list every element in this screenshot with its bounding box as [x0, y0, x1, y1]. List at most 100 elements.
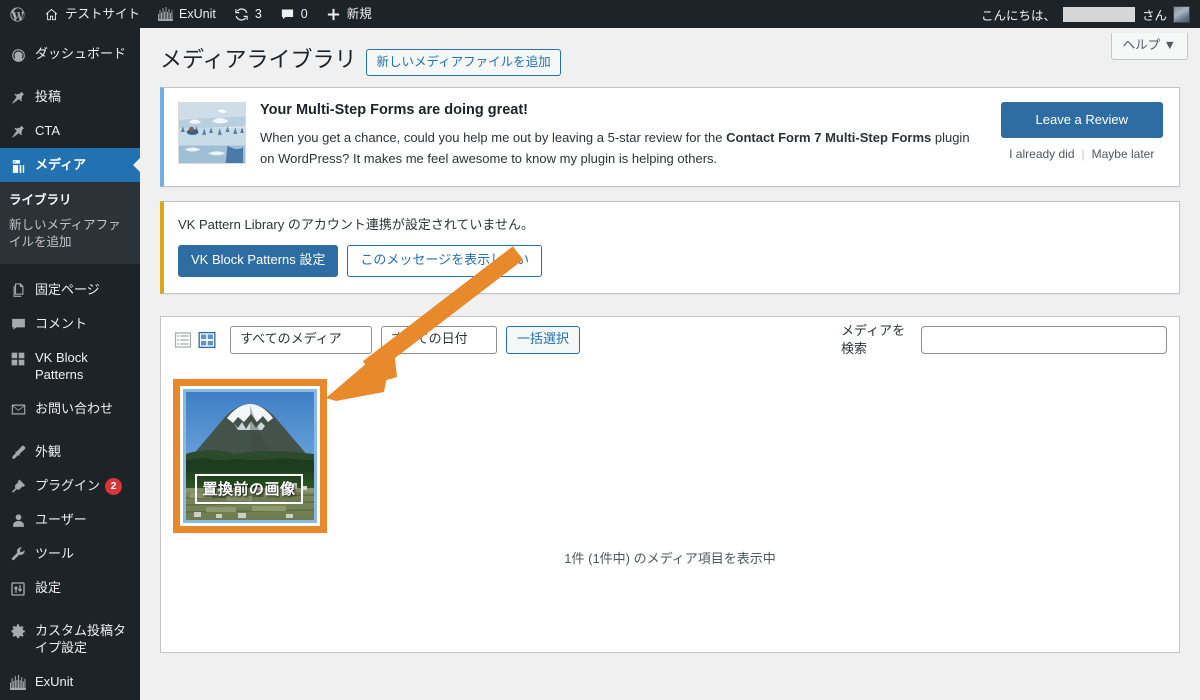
main-content-area: ヘルプ ▼ メディアライブラリ 新しいメディアファイルを追加 Your Mult… — [140, 28, 1200, 700]
sidebar-item-cta[interactable]: CTA — [0, 114, 140, 148]
adminbar-spacer — [381, 0, 981, 28]
adminbar-updates[interactable]: 3 — [225, 0, 271, 28]
sidebar-separator — [0, 71, 140, 80]
gear-icon — [9, 623, 27, 641]
search-input[interactable] — [921, 325, 1167, 354]
exunit-icon — [158, 7, 174, 21]
already-did-link[interactable]: I already did — [1009, 147, 1074, 161]
sidebar-item-label: 外観 — [35, 443, 62, 459]
sidebar-item-label: 設定 — [35, 579, 62, 595]
vk-notice-message: VK Pattern Library のアカウント連携が設定されていません。 — [178, 216, 535, 232]
pin-icon — [9, 123, 27, 141]
sidebar-item-custom-post-type-settings[interactable]: カスタム投稿タイプ設定 — [0, 614, 140, 665]
list-view-icon[interactable] — [173, 330, 193, 350]
media-type-filter-wrap: すべてのメディア — [230, 326, 372, 354]
sidebar-item-appearance[interactable]: 外観 — [0, 435, 140, 469]
pin-icon — [9, 89, 27, 107]
adminbar-wp-logo[interactable] — [0, 0, 35, 28]
sidebar-separator — [0, 264, 140, 273]
settings-sliders-icon — [9, 580, 27, 598]
date-filter-wrap: すべての日付 — [381, 326, 497, 354]
pages-icon — [9, 282, 27, 300]
adminbar-comments[interactable]: 0 — [271, 0, 317, 28]
review-notice-text: Your Multi-Step Forms are doing great! W… — [260, 102, 979, 170]
search-label: メディアを検索 — [841, 323, 906, 356]
media-item-selected[interactable]: 置換前の画像 — [173, 378, 327, 533]
vk-pattern-library-notice: VK Pattern Library のアカウント連携が設定されていません。 V… — [160, 200, 1180, 294]
adminbar-exunit[interactable]: ExUnit — [149, 0, 225, 28]
exunit-icon — [9, 674, 27, 692]
sidebar-item-label: カスタム投稿タイプ設定 — [35, 622, 127, 656]
review-notice-title: Your Multi-Step Forms are doing great! — [260, 101, 528, 118]
comment-bubble-icon — [280, 7, 295, 22]
date-filter[interactable]: すべての日付 — [381, 326, 497, 354]
sidebar-item-label: ダッシュボード — [35, 46, 127, 61]
adminbar-account[interactable]: こんにちは、 さん — [981, 0, 1200, 28]
media-grid: 置換前の画像 — [173, 378, 1167, 533]
envelope-icon — [9, 401, 27, 419]
sidebar-item-label: VK Block Patterns — [35, 349, 88, 383]
help-toggle-button[interactable]: ヘルプ ▼ — [1110, 33, 1188, 60]
sidebar-item-label: お問い合わせ — [35, 400, 114, 416]
sidebar-subitem-add-new[interactable]: 新しいメディアファイルを追加 — [9, 213, 140, 255]
sidebar-submenu-media: ライブラリ 新しいメディアファイルを追加 — [0, 182, 140, 264]
grid-blocks-icon — [9, 350, 27, 368]
home-icon — [44, 7, 59, 22]
comment-bubble-icon — [9, 316, 27, 334]
media-camera-icon — [9, 157, 27, 175]
view-mode-switch — [173, 330, 217, 350]
grid-view-icon[interactable] — [197, 330, 217, 350]
adminbar-new-content-label: 新規 — [346, 6, 372, 21]
sidebar-item-vk-block-patterns[interactable]: VK Block Patterns — [0, 341, 140, 392]
sidebar-separator — [0, 605, 140, 614]
sidebar-item-pages[interactable]: 固定ページ — [0, 273, 140, 307]
sidebar-item-label: ユーザー — [35, 511, 87, 527]
maybe-later-link[interactable]: Maybe later — [1092, 147, 1155, 161]
adminbar-new-content[interactable]: 新規 — [317, 0, 381, 28]
bulk-select-button[interactable]: 一括選択 — [506, 326, 581, 354]
sidebar-item-label: プラグイン 2 — [35, 477, 140, 495]
adminbar-site-name[interactable]: テストサイト — [35, 0, 149, 28]
sidebar-item-media[interactable]: メディア — [0, 148, 140, 182]
sidebar-subitem-library[interactable]: ライブラリ — [9, 188, 140, 213]
sidebar-item-tools[interactable]: ツール — [0, 537, 140, 571]
media-search-area: メディアを検索 — [841, 322, 1167, 357]
plugins-update-badge: 2 — [105, 477, 123, 495]
review-notice-body: When you get a chance, could you help me… — [260, 129, 970, 167]
sidebar-item-plugins[interactable]: プラグイン 2 — [0, 469, 140, 503]
sidebar-item-contact[interactable]: お問い合わせ — [0, 392, 140, 426]
leave-a-review-button[interactable]: Leave a Review — [1000, 101, 1163, 139]
sidebar-item-posts[interactable]: 投稿 — [0, 80, 140, 114]
avatar — [1173, 5, 1190, 23]
adminbar-updates-count: 3 — [254, 6, 262, 21]
adminbar-exunit-label: ExUnit — [179, 6, 216, 21]
update-arrows-icon — [234, 7, 249, 22]
user-icon — [9, 512, 27, 530]
media-count-text: 1件 (1件中) のメディア項目を表示中 — [564, 550, 776, 566]
sidebar-item-label: CTA — [35, 123, 61, 138]
sidebar-item-label: コメント — [35, 315, 88, 331]
sidebar-item-comments[interactable]: コメント — [0, 307, 140, 341]
ukiyoe-thumbnail — [178, 101, 246, 164]
adminbar-site-name-label: テストサイト — [65, 6, 141, 21]
dismiss-message-button[interactable]: このメッセージを表示しない — [347, 245, 543, 277]
media-type-filter[interactable]: すべてのメディア — [230, 326, 372, 354]
sidebar-item-dashboard[interactable]: ダッシュボード — [0, 37, 140, 71]
sidebar-item-label: ExUnit — [35, 673, 74, 689]
plus-icon — [326, 7, 341, 22]
help-label: ヘルプ — [1122, 38, 1161, 52]
sidebar-separator — [0, 426, 140, 435]
media-item-thumbnail: 置換前の画像 — [183, 388, 317, 523]
sidebar-item-settings[interactable]: 設定 — [0, 571, 140, 605]
page-header: メディアライブラリ 新しいメディアファイルを追加 — [140, 28, 1200, 76]
add-new-media-button[interactable]: 新しいメディアファイルを追加 — [366, 48, 561, 76]
paintbrush-icon — [9, 444, 27, 462]
sidebar-item-users[interactable]: ユーザー — [0, 503, 140, 537]
admin-sidebar-menu: ダッシュボード 投稿 CTA メディア ライブラリ 新しいメディアファイルを追加… — [0, 28, 140, 700]
media-filter-toolbar: すべてのメディア すべての日付 一括選択 メディアを検索 — [160, 315, 1180, 363]
sidebar-item-exunit[interactable]: ExUnit — [0, 665, 140, 699]
vk-notice-buttons: VK Block Patterns 設定 このメッセージを表示しない — [178, 245, 1163, 277]
sidebar-item-label: メディア — [35, 157, 87, 172]
vk-block-patterns-settings-button[interactable]: VK Block Patterns 設定 — [178, 245, 339, 277]
review-notice-actions: Leave a Review I already did | Maybe lat… — [993, 101, 1163, 161]
